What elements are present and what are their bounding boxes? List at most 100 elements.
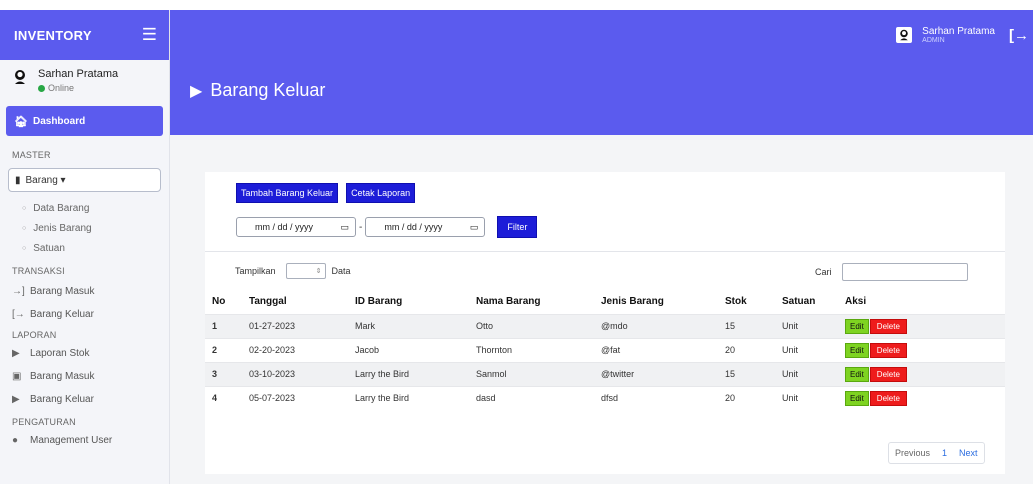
search-input[interactable] xyxy=(841,263,968,281)
sidebar-item-label: Management User xyxy=(30,435,113,446)
navbar-avatar-icon xyxy=(896,27,913,43)
sidebar-item-barang[interactable]: ▮ Barang ▾ xyxy=(8,168,161,192)
sidebar-item-label: Barang ▾ xyxy=(25,174,66,186)
sidebar-item-laporan-barang-masuk[interactable]: ▣ Barang Masuk xyxy=(0,365,169,388)
table-cell: Mark xyxy=(355,313,476,338)
add-barang-keluar-button[interactable]: Tambah Barang Keluar xyxy=(236,183,339,203)
calendar-icon[interactable]: ▭ xyxy=(340,222,349,233)
column-header[interactable]: No xyxy=(205,290,249,314)
filter-button[interactable]: Filter xyxy=(497,216,538,238)
sidebar-item-barang-masuk[interactable]: →] Barang Masuk xyxy=(0,280,169,303)
table-row: 3 03-10-2023 Larry the Bird Sanmol @twit… xyxy=(205,361,1005,386)
column-header[interactable]: Satuan xyxy=(782,290,845,314)
sidebar-item-label: Data Barang xyxy=(33,202,90,214)
table-cell: 20 xyxy=(725,337,782,362)
spinner-icon: ⇕ xyxy=(315,268,322,275)
date-from-placeholder: mm / dd / yyyy xyxy=(255,222,314,232)
search-label: Cari xyxy=(815,267,832,277)
table-cell: Unit xyxy=(782,337,845,362)
sidebar-item-label: Jenis Barang xyxy=(33,222,92,234)
sidebar-item-jenis-barang[interactable]: ○ Jenis Barang xyxy=(0,218,169,238)
table-cell: 02-20-2023 xyxy=(249,337,355,362)
table-cell: @fat xyxy=(601,337,725,362)
content-card: Tambah Barang Keluar Cetak Laporan mm / … xyxy=(205,172,1005,474)
column-header[interactable]: Stok xyxy=(725,290,782,314)
delete-button[interactable]: Delete xyxy=(869,318,907,334)
hamburger-menu-icon[interactable]: ☰ xyxy=(142,25,157,45)
table-cell: 03-10-2023 xyxy=(249,361,355,386)
clipboard-icon: ▮ xyxy=(15,174,21,186)
delete-button[interactable]: Delete xyxy=(869,342,907,358)
sidebar-item-label: Barang Masuk xyxy=(30,286,95,297)
top-navbar: Sarhan Pratama ADMIN [→ xyxy=(170,10,1033,60)
data-table: No Tanggal ID Barang Nama Barang Jenis B… xyxy=(205,290,1005,410)
table-row: 2 02-20-2023 Jacob Thornton @fat 20 Unit… xyxy=(205,337,1005,362)
table-cell: Otto xyxy=(476,313,601,338)
user-name: Sarhan Pratama xyxy=(38,68,119,80)
table-cell: 01-27-2023 xyxy=(249,313,355,338)
edit-button[interactable]: Edit xyxy=(845,366,869,382)
sidebar-item-label: Laporan Stok xyxy=(30,348,90,359)
entries-control: Tampilkan ⇕ Data xyxy=(235,263,351,279)
sidebar-item-barang-keluar[interactable]: [→ Barang Keluar xyxy=(0,303,169,326)
home-icon: 🏠︎ xyxy=(14,115,28,128)
navbar-user[interactable]: Sarhan Pratama ADMIN [→ xyxy=(896,26,1029,44)
next-page-button[interactable]: Next xyxy=(953,448,984,458)
user-icon: ● xyxy=(12,435,19,446)
sidebar-item-data-barang[interactable]: ○ Data Barang xyxy=(0,198,169,218)
previous-page-button[interactable]: Previous xyxy=(889,448,936,458)
table-cell: dfsd xyxy=(601,385,725,410)
table-cell: Unit xyxy=(782,313,845,338)
sign-in-icon: →] xyxy=(12,286,25,297)
logout-icon[interactable]: [→ xyxy=(1009,27,1029,44)
page-title: Barang Keluar xyxy=(210,80,326,100)
page-header: ▶ Barang Keluar xyxy=(170,60,1033,135)
date-to-input[interactable]: mm / dd / yyyy ▭ xyxy=(365,217,486,237)
date-separator: - xyxy=(359,221,363,233)
column-header[interactable]: Nama Barang xyxy=(476,290,601,314)
page-1-button[interactable]: 1 xyxy=(936,448,953,458)
sidebar-item-laporan-barang-keluar[interactable]: ▶ Barang Keluar xyxy=(0,388,169,411)
file-import-icon: ▣ xyxy=(12,371,22,382)
sidebar: INVENTORY ☰ Sarhan Pratama Online 🏠︎ Das… xyxy=(0,10,170,484)
navbar-user-role: ADMIN xyxy=(922,37,945,44)
table-cell: 4 xyxy=(205,385,249,410)
table-cell-actions: Edit Delete xyxy=(845,385,1005,410)
user-status: Online xyxy=(38,83,118,93)
edit-button[interactable]: Edit xyxy=(845,342,869,358)
date-from-input[interactable]: mm / dd / yyyy ▭ xyxy=(236,217,356,237)
navbar-user-name: Sarhan Pratama xyxy=(922,26,995,37)
table-cell: Unit xyxy=(782,361,845,386)
brand-title: INVENTORY xyxy=(14,27,92,43)
table-header-row: No Tanggal ID Barang Nama Barang Jenis B… xyxy=(205,290,1005,314)
calendar-icon[interactable]: ▭ xyxy=(470,222,479,233)
circle-bullet-icon: ○ xyxy=(22,204,27,212)
column-header[interactable]: ID Barang xyxy=(355,290,476,314)
section-heading-laporan: LAPORAN xyxy=(12,330,57,340)
table-cell: @mdo xyxy=(601,313,725,338)
table-cell: 20 xyxy=(725,385,782,410)
table-cell: Sanmol xyxy=(476,361,601,386)
entries-select[interactable]: ⇕ xyxy=(285,263,326,279)
edit-button[interactable]: Edit xyxy=(845,390,869,406)
delete-button[interactable]: Delete xyxy=(869,390,907,406)
sidebar-item-management-user[interactable]: ● Management User xyxy=(0,429,169,452)
column-header[interactable]: Tanggal xyxy=(249,290,355,314)
table-cell: dasd xyxy=(476,385,601,410)
user-status-label: Online xyxy=(48,83,75,93)
print-report-button[interactable]: Cetak Laporan xyxy=(346,183,416,203)
online-dot-icon xyxy=(38,84,45,92)
table-cell: Larry the Bird xyxy=(355,361,476,386)
table-cell-actions: Edit Delete xyxy=(845,361,1005,386)
sidebar-item-dashboard[interactable]: 🏠︎ Dashboard xyxy=(6,106,163,136)
sidebar-item-label: Barang Keluar xyxy=(30,309,94,320)
table-cell: @twitter xyxy=(601,361,725,386)
table-cell: 15 xyxy=(725,361,782,386)
sidebar-item-satuan[interactable]: ○ Satuan xyxy=(0,238,169,258)
table-cell: 15 xyxy=(725,313,782,338)
sidebar-item-laporan-stok[interactable]: ▶ Laporan Stok xyxy=(0,342,169,365)
delete-button[interactable]: Delete xyxy=(869,366,907,382)
pagination: Previous 1 Next xyxy=(888,442,985,464)
column-header[interactable]: Jenis Barang xyxy=(601,290,725,314)
edit-button[interactable]: Edit xyxy=(845,318,869,334)
